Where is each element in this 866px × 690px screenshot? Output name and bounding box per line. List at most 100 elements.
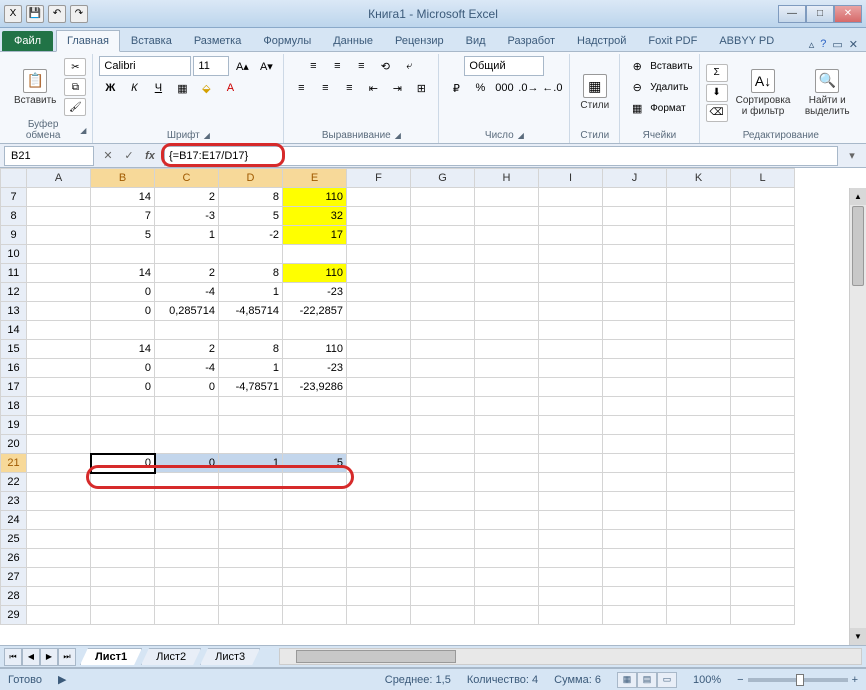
cell-F23[interactable] [347,492,411,511]
row-header-27[interactable]: 27 [1,568,27,587]
col-header-B[interactable]: B [91,169,155,188]
cell-C27[interactable] [155,568,219,587]
font-launcher-icon[interactable]: ◢ [204,131,210,140]
minimize-button[interactable]: — [778,5,806,23]
find-select-button[interactable]: 🔍 Найти и выделить [798,67,856,119]
cell-E10[interactable] [283,245,347,264]
cell-F15[interactable] [347,340,411,359]
cell-I27[interactable] [539,568,603,587]
cell-H26[interactable] [475,549,539,568]
cell-B10[interactable] [91,245,155,264]
cell-K8[interactable] [667,207,731,226]
cell-C15[interactable]: 2 [155,340,219,359]
align-launcher-icon[interactable]: ◢ [395,131,401,140]
cell-I18[interactable] [539,397,603,416]
cell-D21[interactable]: 1 [219,454,283,473]
cell-I22[interactable] [539,473,603,492]
cell-F12[interactable] [347,283,411,302]
insert-cells-icon[interactable]: ⊕ [626,56,648,76]
cell-C25[interactable] [155,530,219,549]
fill-color-icon[interactable]: ⬙ [195,78,217,98]
cell-L19[interactable] [731,416,795,435]
cell-K12[interactable] [667,283,731,302]
cell-L23[interactable] [731,492,795,511]
view-layout-icon[interactable]: ▤ [637,672,657,688]
col-header-I[interactable]: I [539,169,603,188]
row-header-19[interactable]: 19 [1,416,27,435]
horizontal-scrollbar[interactable] [279,648,862,665]
row-header-14[interactable]: 14 [1,321,27,340]
cell-A17[interactable] [27,378,91,397]
cell-E24[interactable] [283,511,347,530]
cell-I11[interactable] [539,264,603,283]
cell-J22[interactable] [603,473,667,492]
cell-J15[interactable] [603,340,667,359]
cell-E11[interactable]: 110 [283,264,347,283]
cell-D25[interactable] [219,530,283,549]
cell-K29[interactable] [667,606,731,625]
restore-window-icon[interactable]: ▭ [832,38,842,51]
cell-I10[interactable] [539,245,603,264]
cell-L26[interactable] [731,549,795,568]
cell-A15[interactable] [27,340,91,359]
cell-D7[interactable]: 8 [219,188,283,207]
cell-K28[interactable] [667,587,731,606]
zoom-in-icon[interactable]: + [852,674,858,686]
cell-B17[interactable]: 0 [91,378,155,397]
cell-L27[interactable] [731,568,795,587]
cell-L7[interactable] [731,188,795,207]
cell-C18[interactable] [155,397,219,416]
scroll-down-icon[interactable]: ▼ [850,628,866,645]
cell-H22[interactable] [475,473,539,492]
cell-B16[interactable]: 0 [91,359,155,378]
scroll-thumb[interactable] [852,206,864,286]
format-cells-icon[interactable]: ▦ [626,98,648,118]
orientation-icon[interactable]: ⟲ [374,56,396,76]
cell-L18[interactable] [731,397,795,416]
cell-J12[interactable] [603,283,667,302]
cell-K10[interactable] [667,245,731,264]
cell-H25[interactable] [475,530,539,549]
cell-H29[interactable] [475,606,539,625]
cell-I13[interactable] [539,302,603,321]
cell-C23[interactable] [155,492,219,511]
cell-G8[interactable] [411,207,475,226]
cell-F28[interactable] [347,587,411,606]
cell-B9[interactable]: 5 [91,226,155,245]
cell-F24[interactable] [347,511,411,530]
copy-icon[interactable]: ⧉ [64,78,86,96]
cell-G13[interactable] [411,302,475,321]
cell-E25[interactable] [283,530,347,549]
cell-C29[interactable] [155,606,219,625]
cell-B20[interactable] [91,435,155,454]
cell-D28[interactable] [219,587,283,606]
cell-A7[interactable] [27,188,91,207]
view-normal-icon[interactable]: ▦ [617,672,637,688]
row-header-12[interactable]: 12 [1,283,27,302]
cell-I16[interactable] [539,359,603,378]
font-size-select[interactable] [193,56,229,76]
row-header-15[interactable]: 15 [1,340,27,359]
cell-K21[interactable] [667,454,731,473]
cell-G11[interactable] [411,264,475,283]
cell-L17[interactable] [731,378,795,397]
cell-L8[interactable] [731,207,795,226]
cell-H15[interactable] [475,340,539,359]
cell-C19[interactable] [155,416,219,435]
cell-D19[interactable] [219,416,283,435]
cell-B23[interactable] [91,492,155,511]
cell-F13[interactable] [347,302,411,321]
cell-E22[interactable] [283,473,347,492]
cell-J19[interactable] [603,416,667,435]
cell-F9[interactable] [347,226,411,245]
cell-E12[interactable]: -23 [283,283,347,302]
cell-H27[interactable] [475,568,539,587]
cell-I12[interactable] [539,283,603,302]
cell-F19[interactable] [347,416,411,435]
cell-J26[interactable] [603,549,667,568]
cell-J23[interactable] [603,492,667,511]
cell-A12[interactable] [27,283,91,302]
cell-E26[interactable] [283,549,347,568]
cell-A14[interactable] [27,321,91,340]
cell-H8[interactable] [475,207,539,226]
